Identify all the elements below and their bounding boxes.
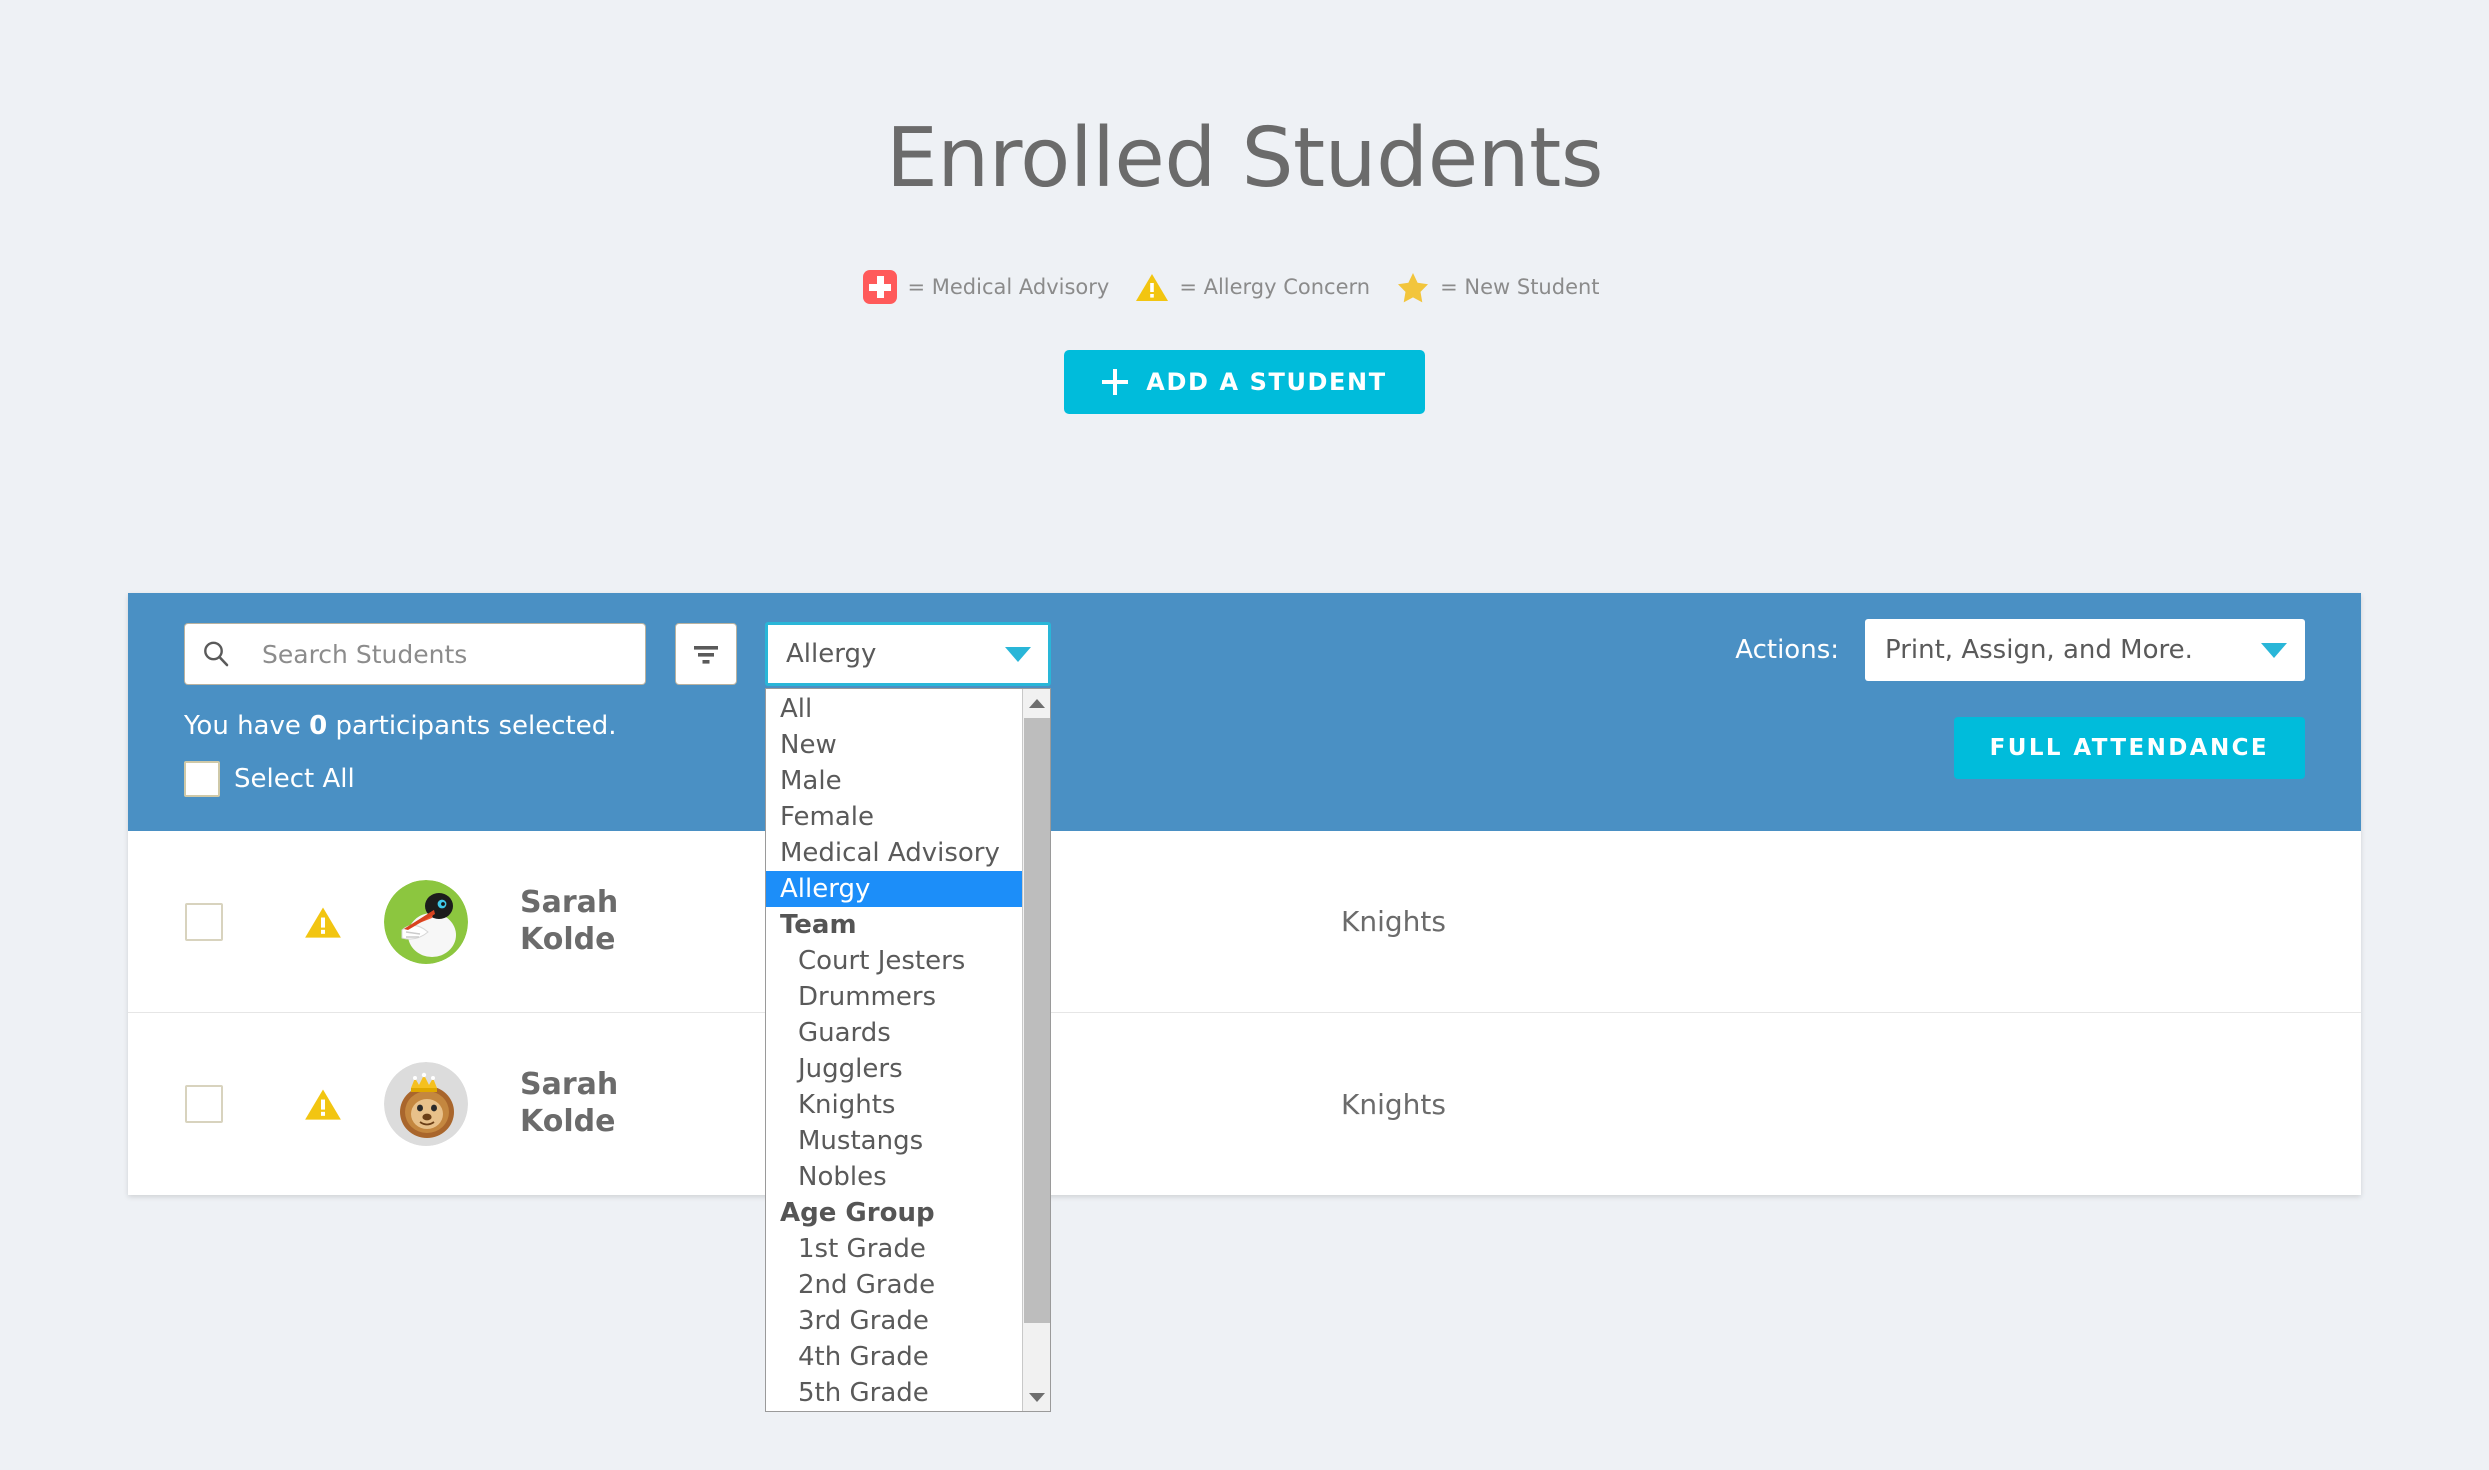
warning-triangle-icon xyxy=(305,906,341,938)
filter-option-guards[interactable]: Guards xyxy=(766,1015,1022,1051)
filter-option-knights[interactable]: Knights xyxy=(766,1087,1022,1123)
filter-group-age-group: Age Group xyxy=(780,1198,935,1228)
actions-select-value: Print, Assign, and More. xyxy=(1885,635,2193,665)
selection-prefix: You have xyxy=(184,711,310,741)
table-row[interactable]: Sarah Kolde Knights xyxy=(128,1013,2361,1195)
dropdown-scrollbar[interactable] xyxy=(1022,689,1050,1411)
medical-cross-icon xyxy=(863,270,898,304)
row-avatar-cell xyxy=(366,879,486,964)
row-flag-cell xyxy=(280,1086,366,1122)
filter-option-5th-grade[interactable]: 5th Grade xyxy=(766,1375,1022,1411)
star-icon xyxy=(1398,273,1429,303)
add-student-button[interactable]: ADD A STUDENT xyxy=(1064,350,1425,414)
chevron-up-icon xyxy=(1029,698,1045,708)
filter-lines-icon xyxy=(694,646,718,664)
legend: = Medical Advisory = Allergy Concern = N… xyxy=(0,270,2489,304)
stork-avatar xyxy=(384,879,468,964)
students-toolbar: Allergy All New Male Female Medical Advi… xyxy=(128,593,2361,1412)
legend-item-allergy-concern: = Allergy Concern xyxy=(1135,271,1370,303)
selection-count-text: You have 0 participants selected. xyxy=(184,711,617,741)
row-checkbox[interactable] xyxy=(185,902,223,941)
students-panel: Allergy All New Male Female Medical Advi… xyxy=(128,593,2361,1412)
filter-option-drummers[interactable]: Drummers xyxy=(766,979,1022,1015)
selection-suffix: participants selected. xyxy=(327,711,617,741)
filter-option-mustangs[interactable]: Mustangs xyxy=(766,1123,1022,1159)
row-checkbox-cell xyxy=(128,1085,280,1123)
legend-label-allergy-concern: = Allergy Concern xyxy=(1179,275,1371,299)
filter-option-4th-grade[interactable]: 4th Grade xyxy=(766,1339,1022,1375)
row-checkbox[interactable] xyxy=(185,1085,223,1123)
filter-option-all[interactable]: All xyxy=(766,691,1022,727)
scrollbar-thumb[interactable] xyxy=(1024,718,1050,1323)
filter-option-court-jesters[interactable]: Court Jesters xyxy=(766,943,1022,979)
row-avatar-cell xyxy=(366,1062,486,1146)
filter-dropdown-options: All New Male Female Medical Advisory All… xyxy=(766,689,1022,1411)
legend-item-new-student: = New Student xyxy=(1396,271,1600,303)
chevron-down-icon xyxy=(1029,1392,1045,1402)
search-input[interactable] xyxy=(246,623,646,685)
row-flag-cell xyxy=(280,904,366,940)
filter-button[interactable] xyxy=(675,623,737,685)
toolbar-selection-row: You have 0 participants selected. Select… xyxy=(128,689,2361,831)
filter-option-jugglers[interactable]: Jugglers xyxy=(766,1051,1022,1087)
legend-label-medical-advisory: = Medical Advisory xyxy=(907,275,1110,299)
filter-option-3rd-grade[interactable]: 3rd Grade xyxy=(766,1303,1022,1339)
selection-info: You have 0 participants selected. Select… xyxy=(184,711,617,797)
actions-label: Actions: xyxy=(1735,635,1839,665)
chevron-down-icon xyxy=(1005,646,1031,662)
filter-group-team: Team xyxy=(780,910,857,940)
select-all-checkbox[interactable] xyxy=(184,761,220,797)
actions-select[interactable]: Print, Assign, and More. xyxy=(1865,619,2305,681)
warning-triangle-icon xyxy=(1136,274,1169,301)
filter-option-female[interactable]: Female xyxy=(766,799,1022,835)
filter-option-new[interactable]: New xyxy=(766,727,1022,763)
select-all-row[interactable]: Select All xyxy=(184,761,617,797)
filter-option-medical-advisory[interactable]: Medical Advisory xyxy=(766,835,1022,871)
legend-item-medical-advisory: = Medical Advisory xyxy=(863,270,1109,304)
table-row[interactable]: Sarah Kolde Knights xyxy=(128,831,2361,1013)
selection-count: 0 xyxy=(309,711,328,741)
full-attendance-button[interactable]: FULL ATTENDANCE xyxy=(1953,717,2305,779)
filter-option-1st-grade[interactable]: 1st Grade xyxy=(766,1231,1022,1267)
search-button[interactable] xyxy=(184,623,246,685)
filter-option-nobles[interactable]: Nobles xyxy=(766,1159,1022,1195)
filter-option-male[interactable]: Male xyxy=(766,763,1022,799)
legend-label-new-student: = New Student xyxy=(1440,275,1600,299)
add-student-container: ADD A STUDENT xyxy=(0,350,2489,414)
lion-king-avatar xyxy=(384,1062,468,1146)
scroll-down-button[interactable] xyxy=(1023,1383,1051,1411)
filter-dropdown-list[interactable]: All New Male Female Medical Advisory All… xyxy=(765,688,1051,1412)
page-title: Enrolled Students xyxy=(885,111,1604,206)
select-all-label: Select All xyxy=(234,764,355,794)
enrolled-students-page: Enrolled Students = Medical Advisory = A… xyxy=(0,0,2489,1470)
filter-select-value: Allergy xyxy=(786,639,877,669)
add-student-label: ADD A STUDENT xyxy=(1146,368,1387,396)
filter-select-container: Allergy All New Male Female Medical Advi… xyxy=(765,622,1051,1412)
row-team: Knights xyxy=(1341,905,1446,938)
warning-triangle-icon xyxy=(305,1089,341,1120)
search-icon xyxy=(203,641,228,667)
filter-option-allergy[interactable]: Allergy xyxy=(766,871,1022,907)
chevron-down-icon xyxy=(2261,642,2287,658)
scroll-up-button[interactable] xyxy=(1023,689,1051,717)
toolbar-controls-row: Allergy All New Male Female Medical Advi… xyxy=(128,593,2361,1412)
actions-container: Actions: Print, Assign, and More. xyxy=(1735,619,2305,681)
row-checkbox-cell xyxy=(128,902,280,941)
filter-select[interactable]: Allergy xyxy=(765,622,1051,686)
filter-option-2nd-grade[interactable]: 2nd Grade xyxy=(766,1267,1022,1303)
row-team: Knights xyxy=(1341,1087,1446,1121)
plus-icon xyxy=(1102,369,1129,395)
